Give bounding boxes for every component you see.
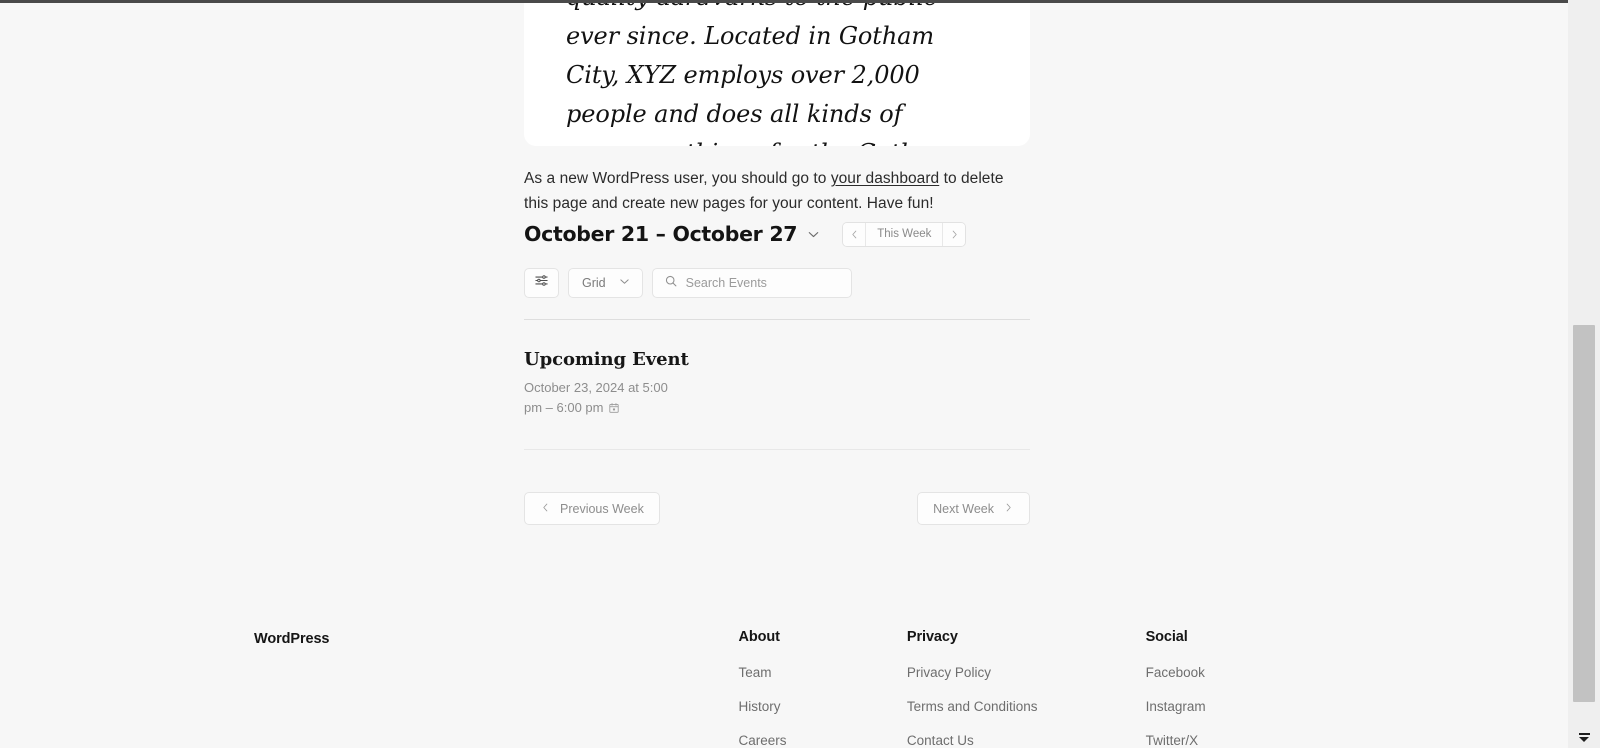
events-date-range-title: October 21 – October 27 bbox=[524, 222, 798, 246]
event-datetime-text: October 23, 2024 at 5:00 pm – 6:00 pm bbox=[524, 380, 668, 415]
excerpt-text: quality aardvarks to the public ever sin… bbox=[566, 3, 952, 146]
list-item: Team bbox=[739, 664, 907, 682]
chevron-left-icon[interactable] bbox=[843, 222, 866, 246]
footer-column-privacy: Privacy Privacy Policy Terms and Conditi… bbox=[907, 603, 1146, 748]
footer-links-about: Team History Careers bbox=[739, 664, 907, 748]
page-viewport: quality aardvarks to the public ever sin… bbox=[0, 3, 1568, 748]
footer-column-about: About Team History Careers bbox=[739, 603, 907, 748]
footer-link-twitter-x[interactable]: Twitter/X bbox=[1146, 733, 1199, 748]
next-week-label: Next Week bbox=[933, 501, 994, 516]
week-pager: This Week bbox=[842, 221, 967, 247]
events-header: October 21 – October 27 This Week bbox=[524, 218, 1030, 250]
view-selector-grid[interactable]: Grid bbox=[568, 268, 643, 298]
tune-sliders-icon bbox=[534, 273, 549, 293]
footer-link-instagram[interactable]: Instagram bbox=[1146, 699, 1206, 714]
footer-heading-social: Social bbox=[1145, 629, 1188, 645]
list-item: Contact Us bbox=[907, 732, 1146, 748]
dashboard-link[interactable]: your dashboard bbox=[831, 170, 939, 187]
search-input[interactable]: Search Events bbox=[651, 268, 852, 298]
footer-heading-privacy: Privacy bbox=[906, 629, 958, 645]
filter-button[interactable] bbox=[524, 268, 559, 298]
events-widget: October 21 – October 27 This Week Grid S… bbox=[524, 218, 1030, 525]
chevron-down-icon bbox=[618, 275, 631, 291]
this-week-button[interactable]: This Week bbox=[865, 222, 944, 246]
footer-link-facebook[interactable]: Facebook bbox=[1146, 665, 1205, 680]
list-item: Twitter/X bbox=[1146, 732, 1314, 748]
scroll-down-arrow-icon[interactable] bbox=[1568, 730, 1600, 748]
event-title[interactable]: Upcoming Event bbox=[524, 349, 1030, 370]
search-input-placeholder: Search Events bbox=[685, 276, 767, 290]
footer-link-contact-us[interactable]: Contact Us bbox=[907, 733, 974, 748]
list-item: History bbox=[739, 698, 907, 716]
chevron-right-icon[interactable] bbox=[943, 222, 966, 246]
search-icon bbox=[664, 274, 678, 293]
list-item: Careers bbox=[739, 732, 907, 748]
event-datetime: October 23, 2024 at 5:00 pm – 6:00 pm bbox=[524, 378, 676, 419]
chevron-left-icon bbox=[540, 502, 551, 516]
calendar-icon bbox=[608, 400, 620, 420]
event-list: Upcoming Event October 23, 2024 at 5:00 … bbox=[524, 320, 1030, 449]
list-item[interactable]: Upcoming Event October 23, 2024 at 5:00 … bbox=[524, 349, 1030, 419]
footer-link-privacy-policy[interactable]: Privacy Policy bbox=[907, 665, 991, 680]
chevron-down-icon[interactable] bbox=[806, 227, 821, 242]
list-item: Instagram bbox=[1146, 698, 1314, 716]
list-item: Facebook bbox=[1146, 664, 1314, 682]
intro-text-before: As a new WordPress user, you should go t… bbox=[524, 170, 831, 187]
footer-brand: WordPress bbox=[254, 631, 330, 647]
view-selector-label: Grid bbox=[582, 276, 606, 290]
footer-link-careers[interactable]: Careers bbox=[739, 733, 787, 748]
site-footer: WordPress About Team History Careers Pri… bbox=[0, 603, 1568, 748]
previous-week-label: Previous Week bbox=[560, 501, 644, 516]
wordpress-intro-paragraph: As a new WordPress user, you should go t… bbox=[524, 166, 1016, 216]
footer-heading-about: About bbox=[738, 629, 780, 645]
footer-column-social: Social Facebook Instagram Twitter/X bbox=[1146, 603, 1314, 748]
list-item: Terms and Conditions bbox=[907, 698, 1146, 716]
scrollbar-thumb[interactable] bbox=[1573, 325, 1595, 702]
previous-week-button[interactable]: Previous Week bbox=[524, 492, 660, 525]
excerpt-card: quality aardvarks to the public ever sin… bbox=[524, 3, 1030, 146]
footer-link-history[interactable]: History bbox=[739, 699, 781, 714]
chevron-right-icon bbox=[1003, 502, 1014, 516]
list-item: Privacy Policy bbox=[907, 664, 1146, 682]
footer-link-team[interactable]: Team bbox=[739, 665, 772, 680]
events-bottom-divider bbox=[524, 449, 1030, 450]
footer-links-privacy: Privacy Policy Terms and Conditions Cont… bbox=[907, 664, 1146, 748]
footer-link-terms-and-conditions[interactable]: Terms and Conditions bbox=[907, 699, 1038, 714]
footer-links-social: Facebook Instagram Twitter/X bbox=[1146, 664, 1314, 748]
next-week-button[interactable]: Next Week bbox=[917, 492, 1030, 525]
events-toolbar: Grid Search Events bbox=[524, 268, 1030, 298]
week-navigation: Previous Week Next Week bbox=[524, 492, 1030, 525]
vertical-scrollbar[interactable] bbox=[1568, 0, 1600, 748]
